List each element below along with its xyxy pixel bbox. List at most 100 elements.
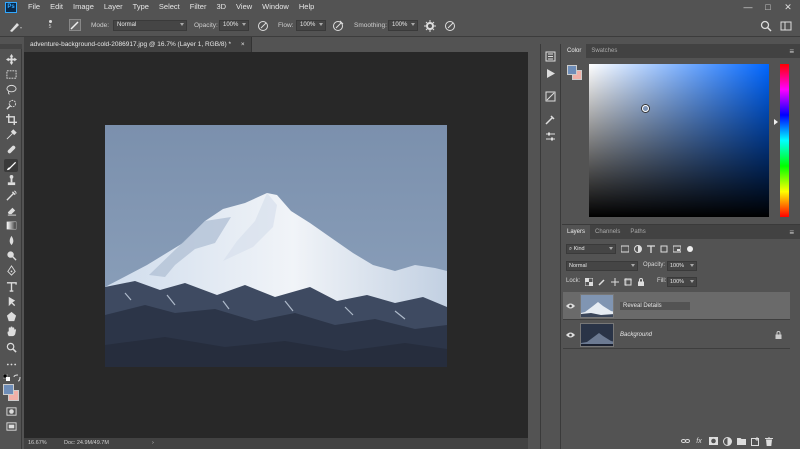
new-group-icon[interactable] [736, 436, 746, 446]
tools-panel-grip[interactable] [0, 44, 22, 49]
tab-color[interactable]: Color [562, 44, 587, 58]
hue-slider[interactable] [780, 64, 789, 217]
layer-opacity-field[interactable]: 100% [667, 261, 697, 271]
tab-channels[interactable]: Channels [590, 225, 625, 239]
color-panel-foreground-swatch[interactable] [567, 65, 577, 75]
filter-kind-select[interactable]: ⌕ Kind [566, 244, 616, 254]
quick-mask-icon[interactable] [4, 405, 18, 418]
menu-help[interactable]: Help [294, 0, 319, 14]
color-picker-cursor[interactable] [642, 105, 649, 112]
filter-smart-object-icon[interactable] [672, 244, 682, 254]
filter-type-icon[interactable] [646, 244, 656, 254]
quick-select-tool-icon[interactable] [4, 98, 18, 111]
zoom-tool-icon[interactable] [4, 341, 18, 354]
brush-size-picker[interactable]: 5 [40, 18, 60, 34]
opacity-field[interactable]: 100% [219, 20, 249, 31]
menu-file[interactable]: File [23, 0, 45, 14]
link-layers-icon[interactable] [680, 436, 690, 446]
zoom-level[interactable]: 16.67% [28, 438, 47, 449]
lock-all-icon[interactable] [636, 277, 646, 287]
brush-settings-panel-icon[interactable] [544, 113, 557, 125]
adjustments-icon[interactable] [544, 90, 557, 102]
close-tab-icon[interactable]: × [241, 41, 245, 48]
adjustment-layer-icon[interactable] [722, 436, 732, 446]
actions-play-icon[interactable] [544, 67, 557, 79]
foreground-color-swatch[interactable] [3, 384, 14, 395]
minimize-button[interactable]: — [740, 0, 756, 14]
lock-artboard-icon[interactable] [623, 277, 633, 287]
pen-tool-icon[interactable] [4, 264, 18, 277]
mode-select[interactable]: Normal [113, 20, 187, 31]
color-picker-field[interactable] [589, 64, 769, 217]
lock-position-icon[interactable] [610, 277, 620, 287]
gradient-tool-icon[interactable] [4, 219, 18, 232]
pressure-size-icon[interactable] [444, 20, 456, 32]
menu-image[interactable]: Image [68, 0, 99, 14]
history-icon[interactable] [544, 50, 557, 62]
visibility-eye-icon[interactable] [563, 332, 577, 338]
healing-brush-tool-icon[interactable] [4, 143, 18, 156]
properties-sliders-icon[interactable] [544, 130, 557, 142]
swap-colors-icon[interactable] [13, 374, 21, 382]
menu-3d[interactable]: 3D [211, 0, 231, 14]
tab-swatches[interactable]: Swatches [586, 44, 622, 58]
screen-mode-icon[interactable] [4, 420, 18, 433]
brush-tool-preset-icon[interactable] [8, 19, 24, 33]
marquee-tool-icon[interactable] [4, 68, 18, 81]
layer-row-background[interactable]: Background [563, 321, 790, 349]
filter-shape-icon[interactable] [659, 244, 669, 254]
move-tool-icon[interactable] [4, 53, 18, 66]
menu-layer[interactable]: Layer [99, 0, 128, 14]
lock-transparency-icon[interactable] [584, 277, 594, 287]
tab-layers[interactable]: Layers [562, 225, 591, 239]
eraser-tool-icon[interactable] [4, 204, 18, 217]
fill-field[interactable]: 100% [667, 277, 697, 287]
menu-type[interactable]: Type [128, 0, 154, 14]
close-button[interactable]: ✕ [780, 0, 796, 14]
hand-tool-icon[interactable] [4, 325, 18, 338]
default-colors-icon[interactable] [3, 374, 11, 382]
layers-panel-menu-icon[interactable]: ≡ [789, 228, 794, 237]
menu-edit[interactable]: Edit [45, 0, 68, 14]
more-tools-icon[interactable] [4, 358, 18, 371]
layer-name[interactable]: Reveal Details [620, 301, 690, 310]
brush-settings-icon[interactable] [69, 19, 81, 31]
history-brush-tool-icon[interactable] [4, 189, 18, 202]
maximize-button[interactable]: □ [760, 0, 776, 14]
shape-tool-icon[interactable] [4, 310, 18, 323]
document-image[interactable] [105, 125, 447, 367]
workspace-icon[interactable] [780, 20, 792, 32]
status-menu-arrow[interactable]: › [152, 438, 154, 449]
filter-toggle-icon[interactable] [685, 244, 695, 254]
panel-menu-icon[interactable]: ≡ [789, 47, 794, 56]
delete-layer-icon[interactable] [764, 436, 774, 446]
lasso-tool-icon[interactable] [4, 83, 18, 96]
document-tab[interactable]: adventure-background-cold-2086917.jpg @ … [24, 37, 252, 52]
filter-adjustment-icon[interactable] [633, 244, 643, 254]
dodge-tool-icon[interactable] [4, 249, 18, 262]
airbrush-icon[interactable] [332, 20, 344, 32]
gear-icon[interactable] [424, 20, 436, 32]
brush-tool-icon[interactable] [4, 159, 18, 172]
menu-window[interactable]: Window [257, 0, 294, 14]
layer-row-reveal-details[interactable]: Reveal Details [563, 292, 790, 320]
hue-slider-handle[interactable] [774, 119, 778, 125]
search-icon[interactable] [760, 20, 772, 32]
tab-paths[interactable]: Paths [625, 225, 650, 239]
pressure-opacity-icon[interactable] [257, 20, 269, 32]
type-tool-icon[interactable] [4, 280, 18, 293]
new-layer-icon[interactable] [750, 436, 760, 446]
clone-stamp-tool-icon[interactable] [4, 174, 18, 187]
blend-mode-select[interactable]: Normal [566, 261, 638, 271]
layer-name[interactable]: Background [620, 332, 652, 338]
lock-pixels-icon[interactable] [597, 277, 607, 287]
eyedropper-tool-icon[interactable] [4, 128, 18, 141]
menu-view[interactable]: View [231, 0, 257, 14]
layer-mask-icon[interactable] [708, 436, 718, 446]
smoothing-field[interactable]: 100% [388, 20, 418, 31]
filter-pixel-icon[interactable] [620, 244, 630, 254]
blur-tool-icon[interactable] [4, 234, 18, 247]
menu-filter[interactable]: Filter [185, 0, 212, 14]
visibility-eye-icon[interactable] [563, 303, 577, 309]
menu-select[interactable]: Select [154, 0, 185, 14]
